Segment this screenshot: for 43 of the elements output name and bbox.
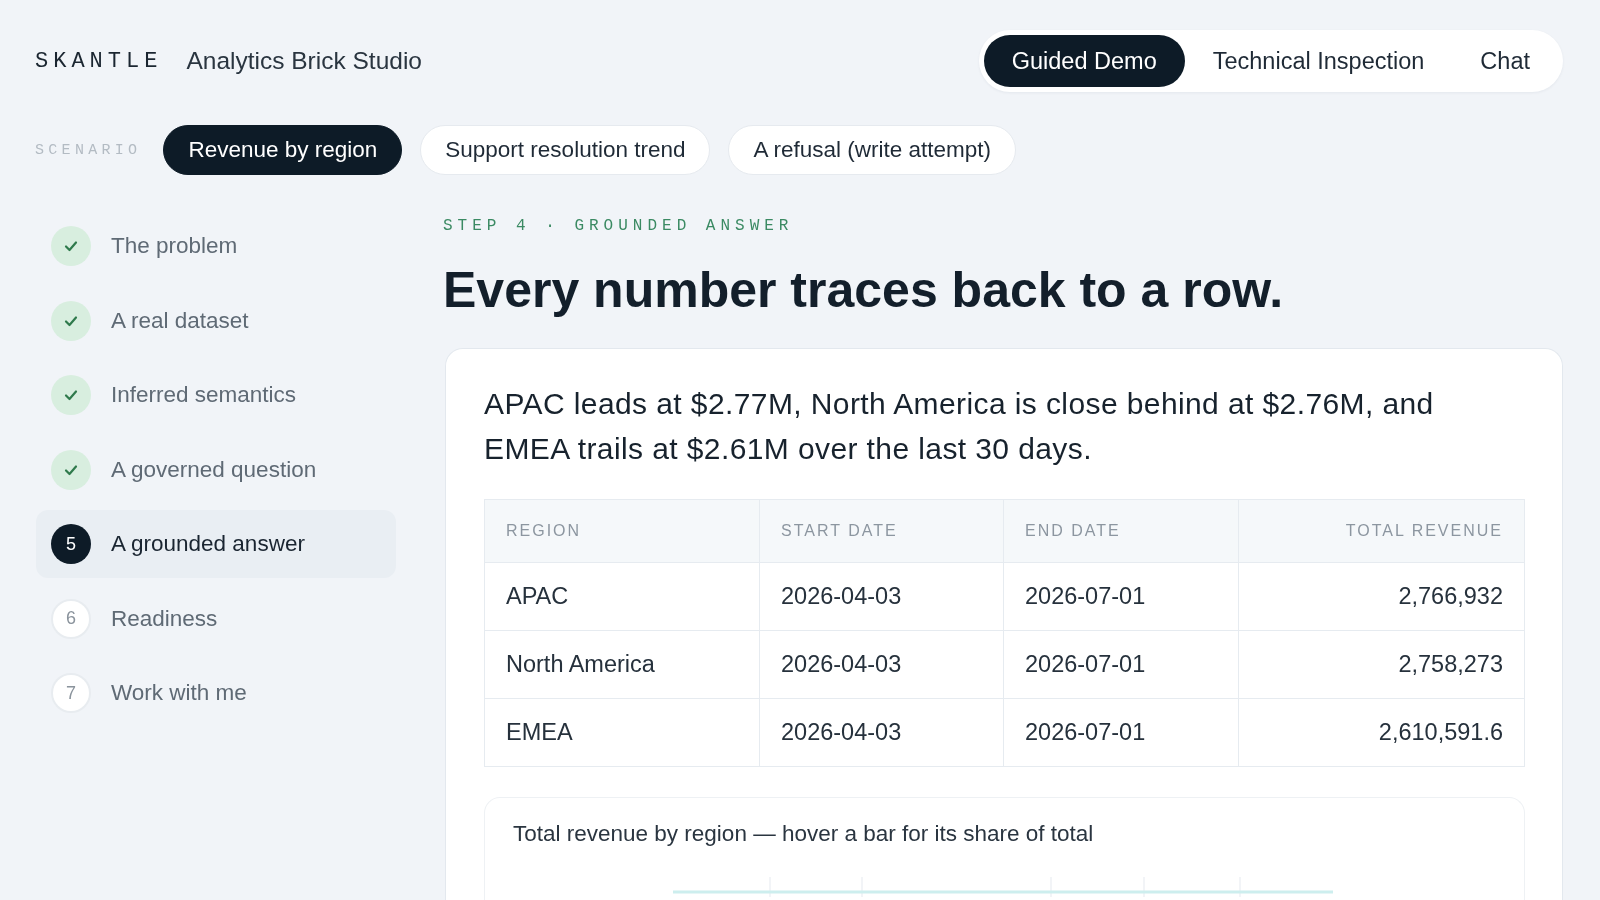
- step-item[interactable]: 6 Readiness: [36, 584, 396, 653]
- step-item[interactable]: 5 A grounded answer: [36, 510, 396, 578]
- table-cell: 2026-07-01: [1003, 562, 1238, 630]
- mode-tab[interactable]: Chat: [1452, 35, 1558, 87]
- table-cell: EMEA: [485, 698, 759, 766]
- check-circle-icon: [51, 226, 91, 266]
- brand-logo: SKANTLE: [35, 48, 163, 74]
- table-cell: 2026-04-03: [759, 562, 1003, 630]
- check-circle-icon: [51, 300, 91, 341]
- column-header: START DATE: [759, 500, 1003, 562]
- column-header: TOTAL REVENUE: [1238, 500, 1524, 562]
- table-cell: 2,758,273: [1238, 630, 1524, 698]
- scenario-chip[interactable]: Revenue by region: [163, 125, 403, 175]
- step-item[interactable]: 7 Work with me: [36, 659, 396, 727]
- step-item[interactable]: The problem: [36, 212, 396, 280]
- table-cell: 2026-07-01: [1003, 630, 1238, 698]
- page-heading: Every number traces back to a row.: [443, 261, 1284, 320]
- step-number: 6: [51, 598, 91, 639]
- scenario-label: SCENARIO: [35, 141, 142, 159]
- table-cell: 2,766,932: [1238, 562, 1524, 630]
- step-item[interactable]: A real dataset: [36, 286, 396, 355]
- table-cell: 2026-07-01: [1003, 698, 1238, 766]
- table-cell: 2026-04-03: [759, 630, 1003, 698]
- step-number: 7: [51, 673, 91, 713]
- table-cell: 2,610,591.6: [1238, 698, 1524, 766]
- table-cell: 2026-04-03: [759, 698, 1003, 766]
- step-eyebrow: STEP 4 · GROUNDED ANSWER: [443, 217, 794, 235]
- chart-title: Total revenue by region — hover a bar for its share of total: [513, 821, 1094, 847]
- table-cell: North America: [485, 630, 759, 698]
- column-header: REGION: [485, 500, 759, 562]
- scenario-chip[interactable]: A refusal (write attempt): [728, 125, 1017, 175]
- column-header: END DATE: [1003, 500, 1238, 562]
- table-cell: APAC: [485, 562, 759, 630]
- step-item[interactable]: A governed question: [36, 435, 396, 504]
- scenario-chip[interactable]: Support resolution trend: [420, 125, 711, 175]
- check-circle-icon: [51, 375, 91, 415]
- step-number: 5: [51, 524, 91, 564]
- check-circle-icon: [51, 449, 91, 490]
- product-name: Analytics Brick Studio: [186, 47, 422, 75]
- step-item[interactable]: Inferred semantics: [36, 361, 396, 429]
- mode-tab[interactable]: Technical Inspection: [1184, 35, 1453, 87]
- answer-summary: APAC leads at $2.77M, North America is close behind at $2.76M, and EMEA trails at $2.61M over the last 30 days.: [484, 386, 1435, 467]
- mode-tab[interactable]: Guided Demo: [983, 35, 1185, 87]
